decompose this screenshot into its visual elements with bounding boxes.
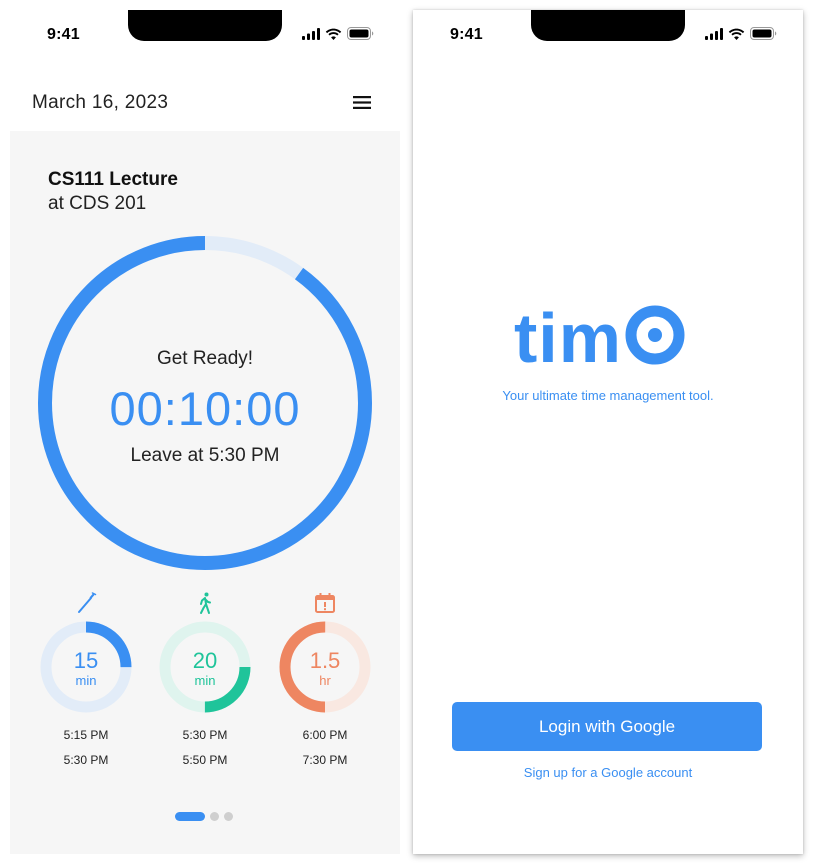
page-dot[interactable] <box>224 812 233 821</box>
signal-icon <box>302 27 320 40</box>
walking-person-icon <box>200 592 211 614</box>
status-time: 9:41 <box>450 26 483 43</box>
login-with-google-button[interactable]: Login with Google <box>452 702 762 751</box>
segment-start-time: 6:00 PM <box>302 728 348 742</box>
countdown-label: Get Ready! <box>156 348 254 369</box>
countdown-timer: 00:10:00 <box>109 382 301 435</box>
segment-unit: min <box>75 673 97 688</box>
signup-link[interactable]: Sign up for a Google account <box>413 765 803 780</box>
logo-text: tim <box>514 298 686 378</box>
wifi-icon <box>728 28 745 40</box>
segment-unit: min <box>194 673 216 688</box>
segment-end-time: 5:50 PM <box>182 753 228 767</box>
page-indicator <box>175 812 233 821</box>
segment-value: 20 <box>192 648 218 673</box>
date-header: March 16, 2023 <box>10 72 400 130</box>
segment-start-time: 5:30 PM <box>182 728 228 742</box>
leave-time: Leave at 5:30 PM <box>130 445 280 466</box>
countdown-screen: 9:41 March 16, 2023 CS111 Lecture at CDS… <box>10 10 400 854</box>
hamburger-menu-icon[interactable] <box>353 96 371 109</box>
segment-end-time: 7:30 PM <box>302 753 348 767</box>
status-bar: 9:41 <box>10 10 400 60</box>
notch <box>128 10 282 41</box>
toothbrush-icon <box>78 592 97 613</box>
status-bar: 9:41 <box>413 10 803 60</box>
segment-start-time: 5:15 PM <box>63 728 109 742</box>
login-screen: 9:41 tim Your ultimate time management t… <box>413 10 803 854</box>
event-title: CS111 Lecture <box>48 169 178 190</box>
content-area: CS111 Lecture at CDS 201 Get Ready! 00:1… <box>10 131 400 854</box>
signal-icon <box>705 27 723 40</box>
logo-o-glyph <box>625 305 685 365</box>
tagline: Your ultimate time management tool. <box>502 388 714 403</box>
notch <box>531 10 685 41</box>
segment-unit: hr <box>319 673 331 688</box>
calendar-alert-icon <box>315 593 335 613</box>
page-dot[interactable] <box>175 812 205 821</box>
battery-icon <box>750 27 777 40</box>
segment-value: 1.5 <box>309 648 341 673</box>
status-icons <box>302 27 374 40</box>
app-logo: tim <box>413 298 803 378</box>
date-title: March 16, 2023 <box>32 92 169 113</box>
logo-letters: tim <box>514 299 622 377</box>
wifi-icon <box>325 28 342 40</box>
page-dot[interactable] <box>210 812 219 821</box>
status-time: 9:41 <box>47 26 80 43</box>
status-icons <box>705 27 777 40</box>
segment-end-time: 5:30 PM <box>63 753 109 767</box>
countdown-center: Get Ready! 00:10:00 Leave at 5:30 PM <box>38 236 372 570</box>
event-location: at CDS 201 <box>48 193 147 214</box>
battery-icon <box>347 27 374 40</box>
segment-value: 15 <box>73 648 99 673</box>
